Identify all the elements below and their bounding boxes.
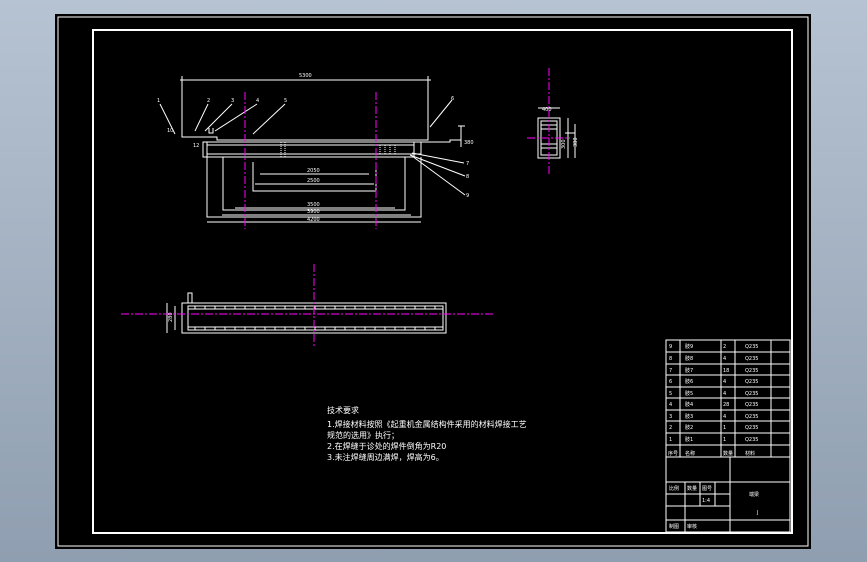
bom-cell-qty: 4 [723, 414, 726, 420]
bom-cell-material: Q235 [745, 402, 758, 408]
bom-cell-name: 肢4 [685, 401, 693, 408]
svg-text:1:4: 1:4 [702, 498, 710, 504]
bom-cell-material: Q235 [745, 344, 758, 350]
bom-cell-no: 7 [669, 368, 672, 374]
svg-text:比例: 比例 [669, 485, 679, 492]
bom-cell-qty: 28 [723, 402, 729, 408]
bom-cell-name: 肢7 [685, 367, 693, 374]
bom-cell-qty: 2 [723, 344, 726, 350]
svg-text:材料: 材料 [745, 450, 755, 457]
bom-cell-qty: 18 [723, 368, 729, 374]
bom-cell-no: 2 [669, 425, 672, 431]
bom-cell-no: 1 [669, 437, 672, 443]
bom-cell-name: 肢1 [685, 436, 693, 443]
svg-text:序号: 序号 [668, 450, 678, 457]
bom-cell-name: 肢6 [685, 378, 693, 385]
svg-text:审核: 审核 [687, 523, 697, 530]
bom-cell-qty: 4 [723, 356, 726, 362]
bom-cell-name: 肢5 [685, 390, 693, 397]
bom-cell-material: Q235 [745, 356, 758, 362]
bom-cell-name: 肢3 [685, 413, 693, 420]
title-block-text: 比例 数量 图号 1:4 制图 审核 端梁 J [669, 485, 759, 530]
tech-requirement-line: 2.在焊缝于诊处的焊件倒角为R20 [327, 442, 447, 451]
drawing-sheet: 5300 2050 2500 3500 3900 4200 380 12 1 2… [55, 14, 811, 549]
bom-header-row: 序号 名称 数量 材料 [668, 450, 755, 457]
bom-cell-no: 8 [669, 356, 672, 362]
bom-cell-name: 肢2 [685, 424, 693, 431]
svg-text:端梁: 端梁 [749, 491, 759, 498]
bom-cell-no: 5 [669, 391, 672, 397]
bom-cell-material: Q235 [745, 414, 758, 420]
bom-cell-qty: 4 [723, 379, 726, 385]
bom-cell-qty: 4 [723, 391, 726, 397]
bom-cell-qty: 1 [723, 425, 726, 431]
bom-cell-no: 3 [669, 414, 672, 420]
bom-cell-name: 肢8 [685, 355, 693, 362]
bom-cell-no: 6 [669, 379, 672, 385]
bom-cell-name: 肢9 [685, 343, 693, 350]
svg-text:制图: 制图 [669, 523, 679, 530]
tech-requirement-line: 规范的选用》执行； [327, 431, 399, 440]
tech-requirements-title: 技术要求 [327, 406, 359, 415]
svg-text:数量: 数量 [723, 450, 733, 457]
svg-text:图号: 图号 [702, 486, 712, 492]
bom-cell-no: 4 [669, 402, 672, 408]
bom-cell-qty: 1 [723, 437, 726, 443]
bom-cell-no: 9 [669, 344, 672, 350]
bom-cell-material: Q235 [745, 437, 758, 443]
tech-requirement-line: 3.未注焊缝周边满焊，焊高为6。 [327, 453, 444, 462]
bom-cell-material: Q235 [745, 425, 758, 431]
svg-text:名称: 名称 [685, 450, 695, 457]
bom-cell-material: Q235 [745, 368, 758, 374]
svg-text:J: J [756, 510, 758, 516]
svg-text:数量: 数量 [687, 485, 697, 492]
bom-cell-material: Q235 [745, 391, 758, 397]
bom-text-layer: 9 肢9 2 Q235 8 肢8 4 Q235 7 肢7 18 Q235 6 肢6 4 Q235 5 肢5 4 Q23… [668, 343, 759, 530]
bom-cell-material: Q235 [745, 379, 758, 385]
tech-requirement-line: 1.焊接材料按照《起重机金属结构件采用的材料焊接工艺 [327, 420, 527, 429]
